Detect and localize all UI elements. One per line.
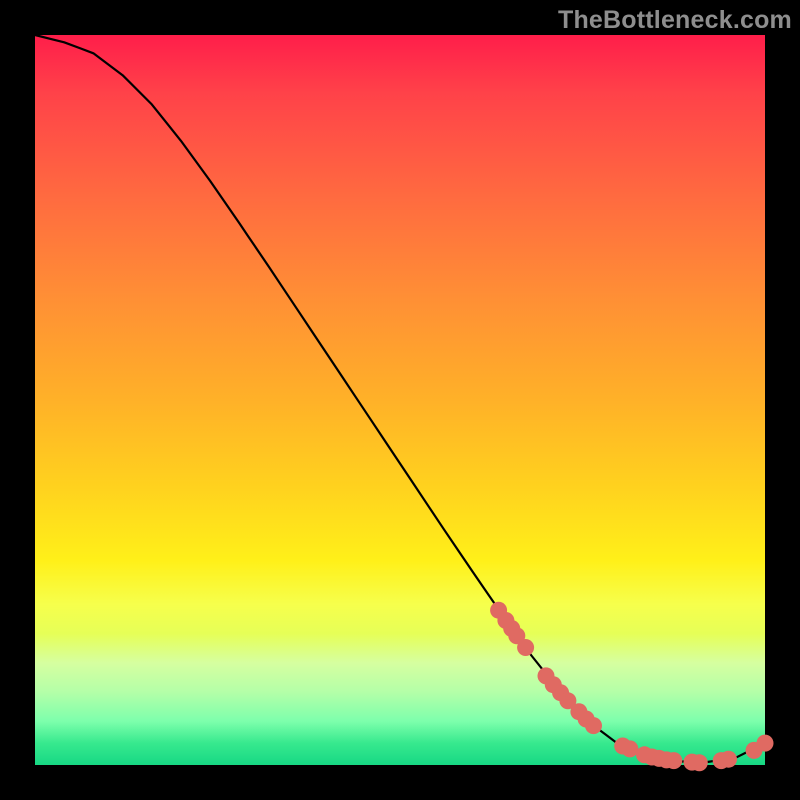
- plot-area: [35, 35, 765, 765]
- chart-svg: [35, 35, 765, 765]
- sample-marker: [665, 752, 682, 769]
- sample-marker: [517, 639, 534, 656]
- sample-markers: [490, 602, 773, 772]
- watermark-text: TheBottleneck.com: [558, 6, 792, 35]
- chart-stage: TheBottleneck.com: [0, 0, 800, 800]
- sample-marker: [621, 740, 638, 757]
- bottleneck-curve: [35, 35, 765, 762]
- sample-marker: [757, 735, 774, 752]
- sample-marker: [720, 751, 737, 768]
- sample-marker: [585, 717, 602, 734]
- sample-marker: [691, 754, 708, 771]
